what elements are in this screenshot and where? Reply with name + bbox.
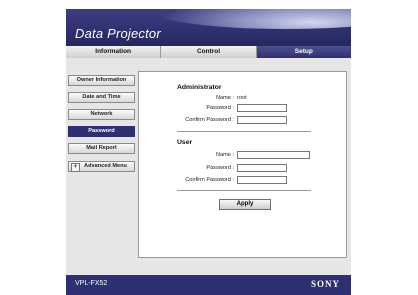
tab-control[interactable]: Control (161, 46, 257, 58)
apply-button[interactable]: Apply (219, 199, 271, 210)
footer-bar: VPL-FX52 SONY (66, 275, 351, 295)
admin-name-value: root (237, 95, 247, 101)
banner-glow (156, 9, 351, 29)
user-heading: User (177, 139, 193, 146)
sidebar-item-network[interactable]: Network (68, 109, 135, 120)
administrator-heading: Administrator (177, 84, 222, 91)
sidebar-item-advanced-menu[interactable]: + Advanced Menu (68, 161, 135, 172)
section-divider (177, 131, 311, 132)
tab-information[interactable]: Information (66, 46, 162, 58)
sidebar-item-date-and-time[interactable]: Date and Time (68, 92, 135, 103)
admin-password-input[interactable] (237, 104, 287, 112)
user-password-label: Password : (206, 165, 234, 171)
user-name-label: Name : (215, 152, 234, 158)
admin-confirm-password-label: Confirm Password : (185, 117, 234, 123)
user-password-input[interactable] (237, 164, 287, 172)
user-confirm-password-label: Confirm Password : (185, 177, 234, 183)
expand-plus-icon[interactable]: + (71, 163, 80, 172)
sidebar-item-label: Advanced Menu (84, 163, 127, 169)
app-title: Data Projector (75, 26, 161, 41)
sidebar-item-password[interactable]: Password (68, 126, 135, 137)
password-panel: Administrator Name : root Password : Con… (138, 71, 347, 258)
user-confirm-password-input[interactable] (237, 176, 287, 184)
sidebar-item-owner-information[interactable]: Owner Information (68, 75, 135, 86)
brand-logo: SONY (310, 279, 340, 289)
main-tabs: Information Control Setup (66, 46, 351, 58)
section-divider (177, 190, 311, 191)
tab-setup[interactable]: Setup (256, 46, 351, 58)
admin-password-label: Password : (206, 105, 234, 111)
admin-confirm-password-input[interactable] (237, 116, 287, 124)
admin-name-label: Name : (215, 95, 234, 101)
model-name: VPL-FX52 (75, 280, 108, 287)
user-name-input[interactable] (237, 151, 310, 159)
header-banner: Data Projector (66, 9, 351, 46)
sidebar-item-mail-report[interactable]: Mail Report (68, 143, 135, 154)
